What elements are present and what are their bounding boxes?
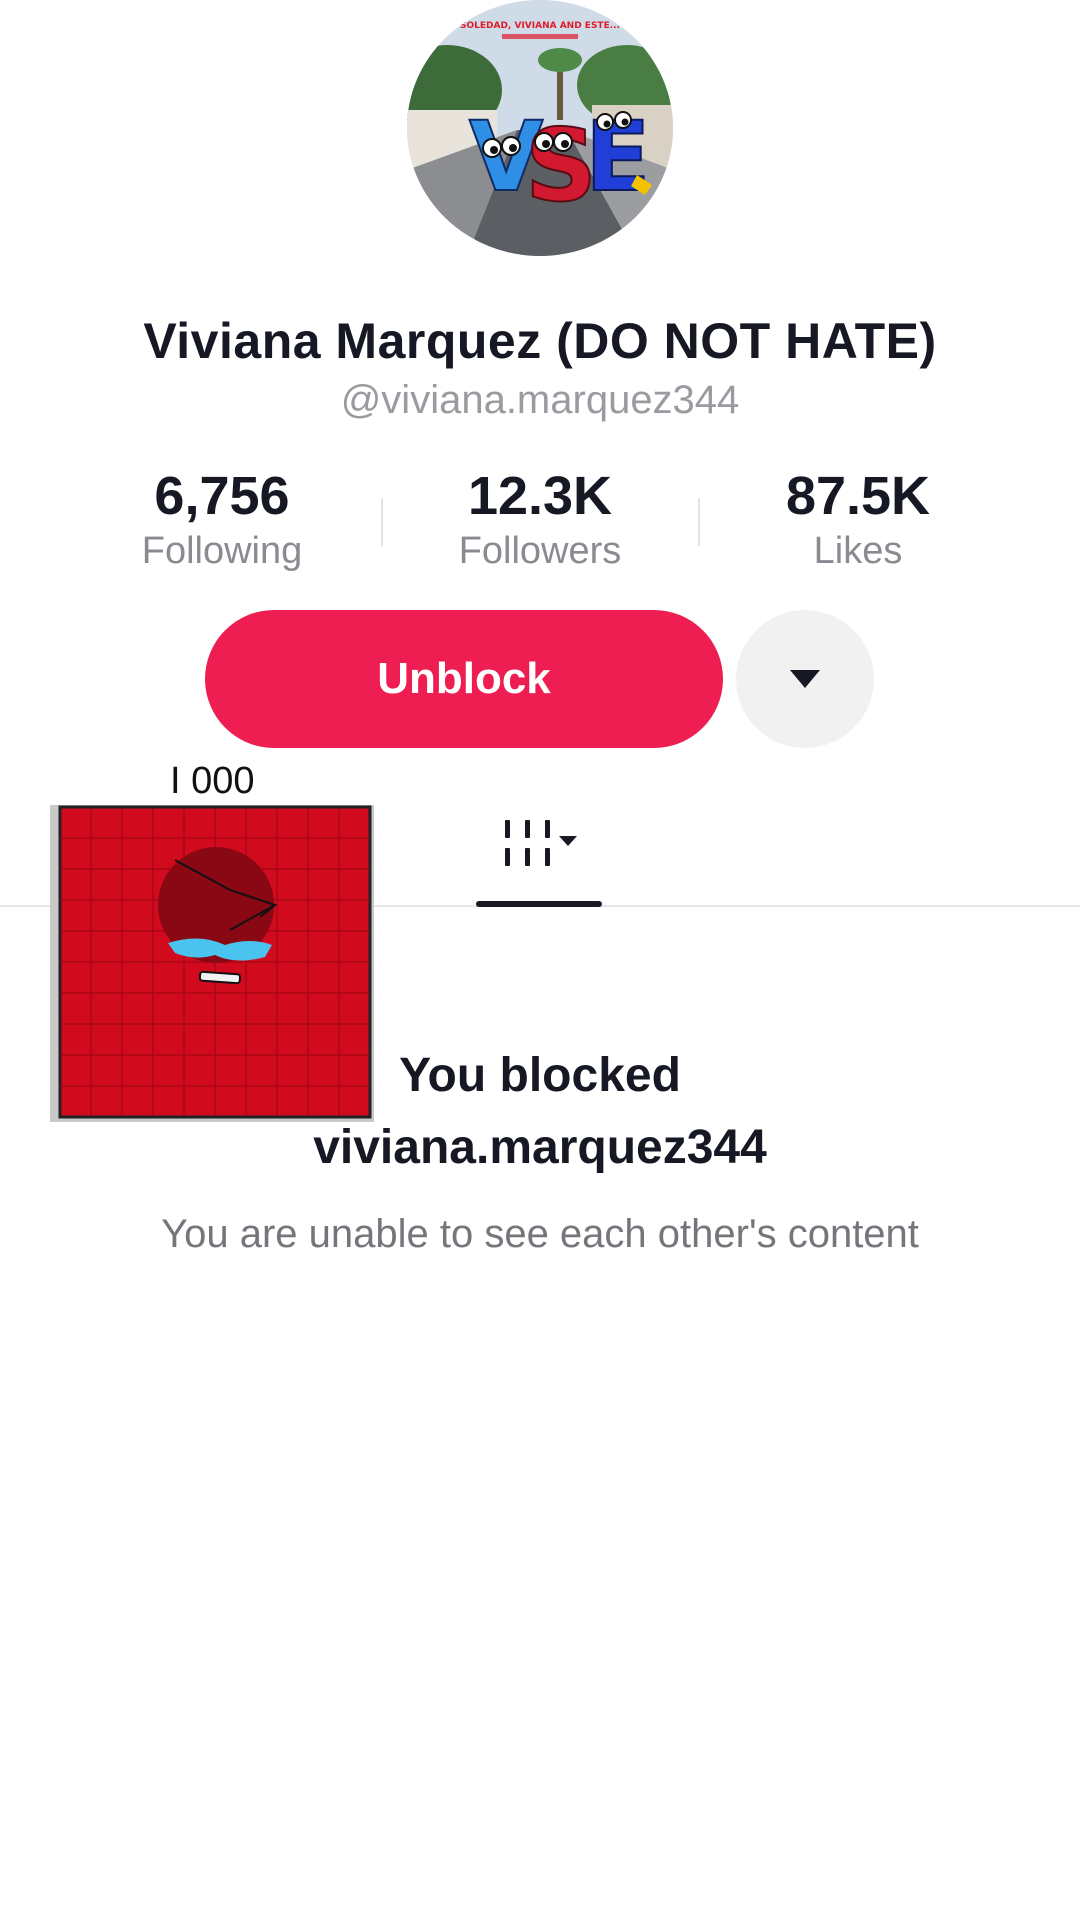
following-label: Following <box>141 530 303 572</box>
stats-divider <box>698 498 700 546</box>
blocked-title-line1: You blocked <box>399 1049 681 1102</box>
blocked-title-line2: viviana.marquez344 <box>313 1121 767 1174</box>
unblock-button[interactable]: Unblock <box>205 610 723 748</box>
display-name: Viviana Marquez (DO NOT HATE) <box>143 313 937 369</box>
grid-videos-icon <box>505 819 577 866</box>
stat-likes[interactable]: 87.5K Likes <box>708 466 1008 573</box>
blocked-message-subtitle: You are unable to see each other's conte… <box>161 1212 919 1256</box>
profile-stats: 6,756 Following 12.3K Followers 87.5K Li… <box>0 466 1080 586</box>
avatar-banner-text: SOLEDAD, VIVIANA AND ESTE... <box>460 21 620 31</box>
followers-label: Followers <box>458 530 622 572</box>
likes-label: Likes <box>813 530 903 572</box>
active-tab-indicator <box>476 901 602 907</box>
tab-videos[interactable] <box>476 790 602 905</box>
likes-count: 87.5K <box>785 466 931 526</box>
followers-count: 12.3K <box>467 466 613 526</box>
stat-following[interactable]: 6,756 Following <box>72 466 372 573</box>
stats-divider <box>381 498 383 546</box>
username-handle: @viviana.marquez344 <box>340 378 740 422</box>
sticker-label: I 000 <box>170 760 255 802</box>
profile-avatar[interactable]: SOLEDAD, VIVIANA AND ESTE... V S E <box>407 0 673 256</box>
caret-down-icon <box>790 670 820 688</box>
stat-followers[interactable]: 12.3K Followers <box>390 466 690 573</box>
following-count: 6,756 <box>154 466 290 526</box>
profile-page: SOLEDAD, VIVIANA AND ESTE... V S E Vivia… <box>0 0 1080 1920</box>
blocked-message-title: You blocked viviana.marquez344 <box>0 1040 1080 1184</box>
avatar-image: SOLEDAD, VIVIANA AND ESTE... V S E <box>407 0 673 256</box>
more-options-button[interactable] <box>736 610 874 748</box>
